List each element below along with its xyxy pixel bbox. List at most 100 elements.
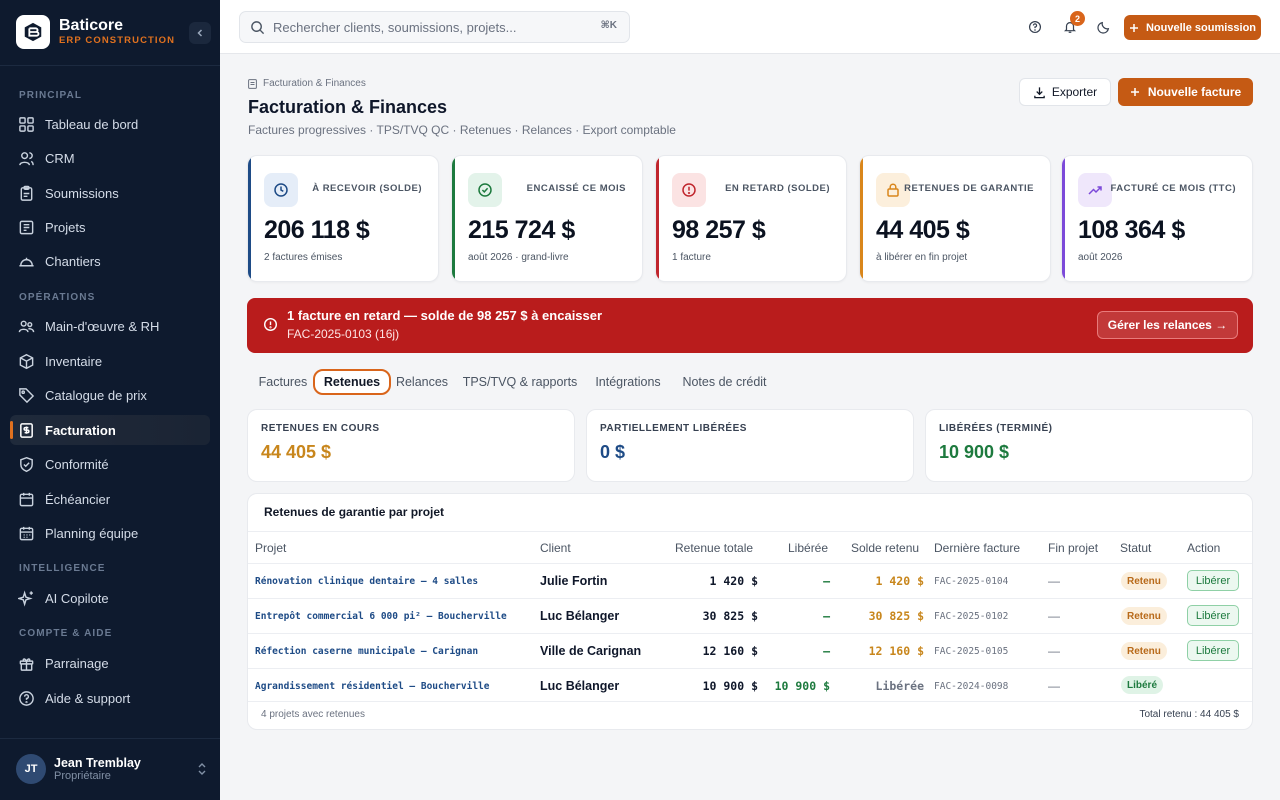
table-footer-total: Total retenu : 44 405 $ bbox=[1139, 709, 1239, 720]
table-row[interactable]: Rénovation clinique dentaire — 4 salles … bbox=[248, 564, 1252, 599]
users-icon bbox=[19, 151, 34, 165]
project-name[interactable]: Réfection caserne municipale — Carignan bbox=[255, 646, 478, 657]
kpi-card-invoiced[interactable]: FACTURÉ CE MOIS (TTC) 108 364 $ août 202… bbox=[1061, 155, 1253, 282]
retention-total: 12 160 $ bbox=[702, 644, 758, 658]
sidebar-item-main-oeuvre[interactable]: Main-d'œuvre & RH bbox=[10, 311, 210, 341]
tab-factures[interactable]: Factures bbox=[253, 369, 313, 395]
column-header[interactable]: Statut bbox=[1120, 541, 1151, 555]
column-header[interactable]: Projet bbox=[255, 541, 286, 555]
tab-retenues[interactable]: Retenues bbox=[313, 369, 391, 395]
last-invoice: FAC-2025-0102 bbox=[934, 611, 1009, 622]
status-badge: Libéré bbox=[1121, 676, 1164, 694]
project-end: — bbox=[1048, 609, 1060, 623]
manage-reminders-button[interactable]: Gérer les relances → bbox=[1097, 311, 1238, 339]
gift-icon bbox=[19, 657, 34, 671]
retention-released: — bbox=[823, 609, 830, 623]
retention-balance: 1 420 $ bbox=[875, 574, 924, 588]
project-end: — bbox=[1048, 644, 1060, 658]
download-icon bbox=[1034, 86, 1045, 98]
column-header[interactable]: Retenue totale bbox=[675, 541, 753, 555]
column-header[interactable]: Client bbox=[540, 541, 571, 555]
status-badge: Retenu bbox=[1121, 572, 1167, 590]
moon-icon bbox=[1097, 21, 1110, 34]
sidebar-item-label: Parrainage bbox=[45, 655, 109, 671]
search-placeholder: Rechercher clients, soumissions, projets… bbox=[273, 19, 517, 35]
kpi-card-overdue[interactable]: EN RETARD (SOLDE) 98 257 $ 1 facture bbox=[655, 155, 847, 282]
column-header[interactable]: Action bbox=[1187, 541, 1220, 555]
table-row[interactable]: Entrepôt commercial 6 000 pi² — Boucherv… bbox=[248, 599, 1252, 634]
user-role: Propriétaire bbox=[54, 769, 111, 782]
retention-total: 10 900 $ bbox=[702, 679, 758, 693]
new-quote-button[interactable]: Nouvelle soumission bbox=[1124, 15, 1261, 40]
kpi-card-receivable[interactable]: À RECEVOIR (SOLDE) 206 118 $ 2 factures … bbox=[247, 155, 439, 282]
sidebar-item-inventaire[interactable]: Inventaire bbox=[10, 346, 210, 376]
kpi-card-retention[interactable]: RETENUES DE GARANTIE 44 405 $ à libérer … bbox=[859, 155, 1051, 282]
sidebar-item-parrainage[interactable]: Parrainage bbox=[10, 648, 210, 678]
column-header[interactable]: Dernière facture bbox=[934, 541, 1020, 555]
kpi-label: EN RETARD (SOLDE) bbox=[725, 183, 830, 194]
kpi-label: À RECEVOIR (SOLDE) bbox=[312, 183, 422, 194]
table-row[interactable]: Réfection caserne municipale — Carignan … bbox=[248, 634, 1252, 669]
alert-circle-icon bbox=[672, 173, 706, 207]
tab-integrations[interactable]: Intégrations bbox=[588, 369, 668, 395]
tab-tps-tvq[interactable]: TPS/TVQ & rapports bbox=[459, 369, 581, 395]
kpi-accent-bar bbox=[452, 156, 455, 281]
tab-notes-credit[interactable]: Notes de crédit bbox=[676, 369, 773, 395]
section-label-intelligence: INTELLIGENCE bbox=[19, 563, 106, 574]
brand[interactable]: Baticore ERP CONSTRUCTION bbox=[16, 15, 175, 49]
retention-balance: 12 160 $ bbox=[868, 644, 924, 658]
kpi-label: FACTURÉ CE MOIS (TTC) bbox=[1110, 183, 1236, 194]
new-quote-label: Nouvelle soumission bbox=[1145, 21, 1257, 34]
kpi-accent-bar bbox=[656, 156, 659, 281]
grid-icon bbox=[19, 116, 34, 132]
alert-circle-icon bbox=[263, 317, 278, 332]
breadcrumb[interactable]: Facturation & Finances bbox=[248, 78, 366, 89]
theme-toggle-button[interactable] bbox=[1095, 18, 1113, 36]
sidebar-item-dashboard[interactable]: Tableau de bord bbox=[10, 109, 210, 139]
sidebar: Baticore ERP CONSTRUCTION PRINCIPAL Tabl… bbox=[0, 0, 220, 800]
column-header[interactable]: Fin projet bbox=[1048, 541, 1098, 555]
sidebar-item-aide[interactable]: Aide & support bbox=[10, 683, 210, 713]
release-button[interactable]: Libérer bbox=[1187, 570, 1239, 591]
retention-released: 10 900 $ bbox=[774, 679, 830, 693]
column-header[interactable]: Solde retenu bbox=[851, 541, 919, 555]
table-row[interactable]: Agrandissement résidentiel — Bouchervill… bbox=[248, 669, 1252, 702]
kpi-label: ENCAISSÉ CE MOIS bbox=[526, 183, 626, 194]
kpi-card-collected[interactable]: ENCAISSÉ CE MOIS 215 724 $ août 2026 · g… bbox=[451, 155, 643, 282]
plus-icon bbox=[1130, 88, 1139, 96]
plus-icon bbox=[1129, 23, 1138, 32]
sidebar-item-chantiers[interactable]: Chantiers bbox=[10, 246, 210, 276]
sidebar-item-planning[interactable]: Planning équipe bbox=[10, 518, 210, 548]
release-button[interactable]: Libérer bbox=[1187, 640, 1239, 661]
column-header[interactable]: Libérée bbox=[788, 541, 828, 555]
sidebar-item-label: Catalogue de prix bbox=[45, 387, 147, 403]
sidebar-item-label: Projets bbox=[45, 219, 86, 235]
project-name[interactable]: Entrepôt commercial 6 000 pi² — Boucherv… bbox=[255, 611, 507, 622]
search-input[interactable]: Rechercher clients, soumissions, projets… bbox=[239, 11, 630, 43]
new-invoice-button[interactable]: Nouvelle facture bbox=[1118, 78, 1253, 106]
project-name[interactable]: Rénovation clinique dentaire — 4 salles bbox=[255, 576, 478, 587]
sidebar-item-crm[interactable]: CRM bbox=[10, 143, 210, 173]
trending-up-icon bbox=[1078, 173, 1112, 207]
user-menu[interactable]: JT Jean Tremblay Propriétaire bbox=[16, 754, 208, 784]
tab-relances[interactable]: Relances bbox=[391, 369, 453, 395]
project-name[interactable]: Agrandissement résidentiel — Bouchervill… bbox=[255, 681, 490, 692]
help-button[interactable] bbox=[1026, 18, 1044, 36]
helmet-icon bbox=[19, 257, 34, 266]
sidebar-item-catalogue[interactable]: Catalogue de prix bbox=[10, 380, 210, 410]
sidebar-item-soumissions[interactable]: Soumissions bbox=[10, 178, 210, 208]
sidebar-item-ai-copilote[interactable]: AI Copilote bbox=[10, 583, 210, 613]
brand-name: Baticore bbox=[59, 17, 124, 34]
breadcrumb-label: Facturation & Finances bbox=[263, 78, 366, 89]
page-title: Facturation & Finances bbox=[248, 97, 448, 117]
export-button[interactable]: Exporter bbox=[1019, 78, 1111, 106]
sidebar-item-projets[interactable]: Projets bbox=[10, 212, 210, 242]
sidebar-item-echeancier[interactable]: Échéancier bbox=[10, 484, 210, 514]
check-circle-icon bbox=[468, 173, 502, 207]
sidebar-item-label: Échéancier bbox=[45, 491, 111, 507]
release-button[interactable]: Libérer bbox=[1187, 605, 1239, 626]
collapse-sidebar-button[interactable] bbox=[189, 22, 211, 44]
sidebar-item-conformite[interactable]: Conformité bbox=[10, 449, 210, 479]
sidebar-item-label: Facturation bbox=[45, 422, 116, 438]
sidebar-item-facturation[interactable]: Facturation bbox=[10, 415, 210, 445]
